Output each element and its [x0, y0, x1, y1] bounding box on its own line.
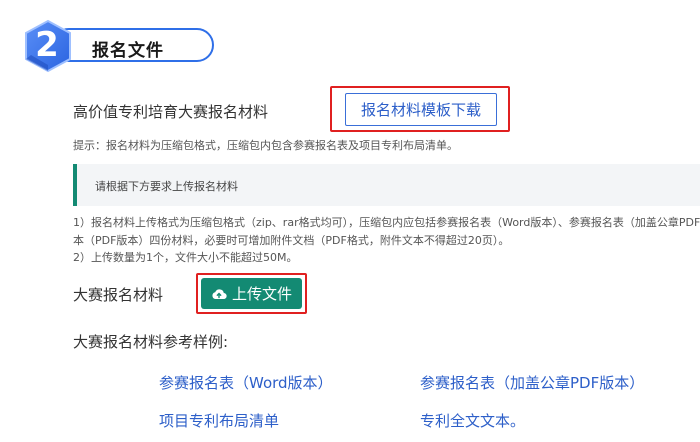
template-download-button[interactable]: 报名材料模板下载: [345, 93, 497, 126]
cloud-upload-icon: [212, 288, 227, 299]
example-link-registration-pdf[interactable]: 参赛报名表（加盖公章PDF版本）: [420, 372, 644, 393]
example-link-patent-full-text[interactable]: 专利全文文本。: [420, 410, 525, 431]
upload-notice-bar: 请根据下方要求上传报名材料: [73, 164, 700, 206]
requirement-line: 1）报名材料上传格式为压缩包格式（zip、rar格式均可），压缩包内应包括参赛报…: [73, 216, 700, 229]
upload-file-button[interactable]: 上传文件: [201, 278, 302, 309]
examples-title: 大赛报名材料参考样例:: [73, 333, 229, 351]
example-link-registration-word[interactable]: 参赛报名表（Word版本）: [159, 372, 333, 393]
material-hint: 提示：报名材料为压缩包格式，压缩包内包含参赛报名表及项目专利布局清单。: [73, 139, 458, 152]
example-link-patent-layout-list[interactable]: 项目专利布局清单: [159, 410, 279, 431]
section-title: 报名文件: [92, 41, 164, 61]
upload-label: 大赛报名材料: [73, 286, 164, 304]
requirement-line: 2）上传数量为1个，文件大小不能超过50M。: [73, 251, 298, 264]
upload-button-label: 上传文件: [231, 285, 292, 303]
material-label: 高价值专利培育大赛报名材料: [73, 103, 269, 121]
section-header: 报名文件 2: [22, 18, 214, 74]
section-number: 2: [35, 25, 59, 65]
upload-notice-text: 请根据下方要求上传报名材料: [95, 180, 238, 193]
requirement-line: 本（PDF版本）四份材料，必要时可增加附件文档（PDF格式，附件文本不得超过20…: [73, 234, 510, 247]
registration-files-page: 报名文件 2 高价值专利培育大赛报名材料 报名材料模板下载 提示：报名材料为压缩…: [0, 0, 700, 442]
